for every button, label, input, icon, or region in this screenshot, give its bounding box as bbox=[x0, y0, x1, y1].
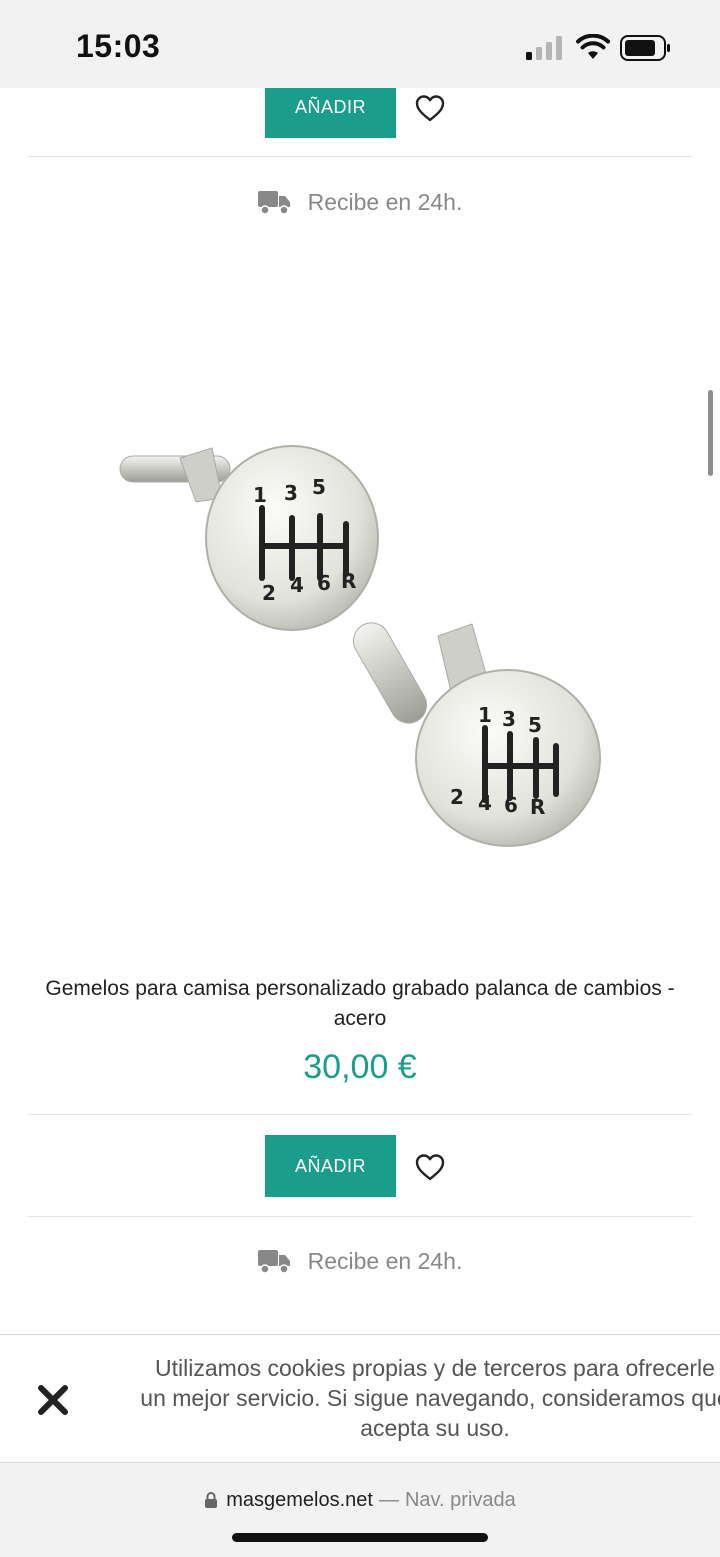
divider bbox=[28, 156, 692, 157]
engraving-gear-4: 4 bbox=[290, 573, 304, 597]
battery-icon bbox=[620, 35, 670, 61]
add-to-cart-button-prev[interactable]: AÑADIR bbox=[265, 88, 396, 138]
wifi-icon bbox=[576, 34, 610, 59]
delivery-truck-icon bbox=[257, 1250, 290, 1274]
url-row[interactable]: masgemelos.net — Nav. privada bbox=[0, 1485, 720, 1515]
engraving-gear-1: 1 bbox=[253, 483, 267, 507]
engraving-gear-1-b: 1 bbox=[478, 703, 492, 727]
close-icon[interactable] bbox=[36, 1383, 70, 1417]
product-image[interactable]: 1 3 5 2 4 6 R 1 3 5 2 4 6 R bbox=[100, 428, 620, 878]
lock-icon bbox=[205, 1492, 218, 1508]
engraving-gear-5-b: 5 bbox=[528, 713, 542, 737]
engraving-gear-r-b: R bbox=[530, 795, 545, 819]
product-title[interactable]: Gemelos para camisa personalizado grabad… bbox=[40, 974, 680, 1034]
status-bar: 15:03 bbox=[0, 0, 720, 88]
private-mode-label: Nav. privada bbox=[404, 1488, 516, 1511]
divider bbox=[28, 1216, 692, 1217]
status-time: 15:03 bbox=[76, 28, 161, 64]
cookie-notice-text: Utilizamos cookies propias y de terceros… bbox=[140, 1355, 720, 1441]
cookie-banner: Utilizamos cookies propias y de terceros… bbox=[0, 1334, 720, 1462]
delivery-info: Recibe en 24h. bbox=[0, 1241, 720, 1281]
engraving-gear-6-b: 6 bbox=[504, 793, 518, 817]
engraving-gear-r: R bbox=[341, 569, 356, 593]
cellular-signal-icon bbox=[526, 36, 562, 60]
engraving-gear-4-b: 4 bbox=[478, 791, 492, 815]
engraving-gear-6: 6 bbox=[317, 571, 331, 595]
add-to-cart-button[interactable]: AÑADIR bbox=[265, 1135, 396, 1197]
engraving-gear-5: 5 bbox=[312, 475, 326, 499]
cufflink-2: 1 3 5 2 4 6 R bbox=[353, 622, 601, 847]
delivery-truck-icon bbox=[257, 191, 290, 215]
divider bbox=[28, 1114, 692, 1115]
delivery-info-prev: Recibe en 24h. bbox=[0, 182, 720, 222]
home-indicator[interactable] bbox=[232, 1533, 488, 1542]
wishlist-heart-icon[interactable] bbox=[414, 1152, 446, 1182]
engraving-gear-2: 2 bbox=[262, 581, 276, 605]
product-price: 30,00 € bbox=[303, 1048, 417, 1086]
engraving-gear-2-b: 2 bbox=[450, 785, 464, 809]
url-separator: — bbox=[378, 1488, 399, 1511]
engraving-gear-3-b: 3 bbox=[502, 707, 516, 731]
engraving-gear-3: 3 bbox=[284, 481, 298, 505]
url-domain: masgemelos.net bbox=[226, 1488, 373, 1511]
cufflink-1: 1 3 5 2 4 6 R bbox=[119, 445, 379, 631]
scroll-indicator[interactable] bbox=[708, 390, 713, 476]
browser-address-bar[interactable]: masgemelos.net — Nav. privada bbox=[0, 1462, 720, 1557]
delivery-text: Recibe en 24h. bbox=[307, 1247, 463, 1274]
wishlist-heart-icon-prev[interactable] bbox=[414, 93, 446, 123]
product-list: AÑADIR Recibe en 24h. 1 3 5 2 4 6 R 1 3 … bbox=[0, 88, 720, 1334]
delivery-text: Recibe en 24h. bbox=[307, 188, 463, 215]
